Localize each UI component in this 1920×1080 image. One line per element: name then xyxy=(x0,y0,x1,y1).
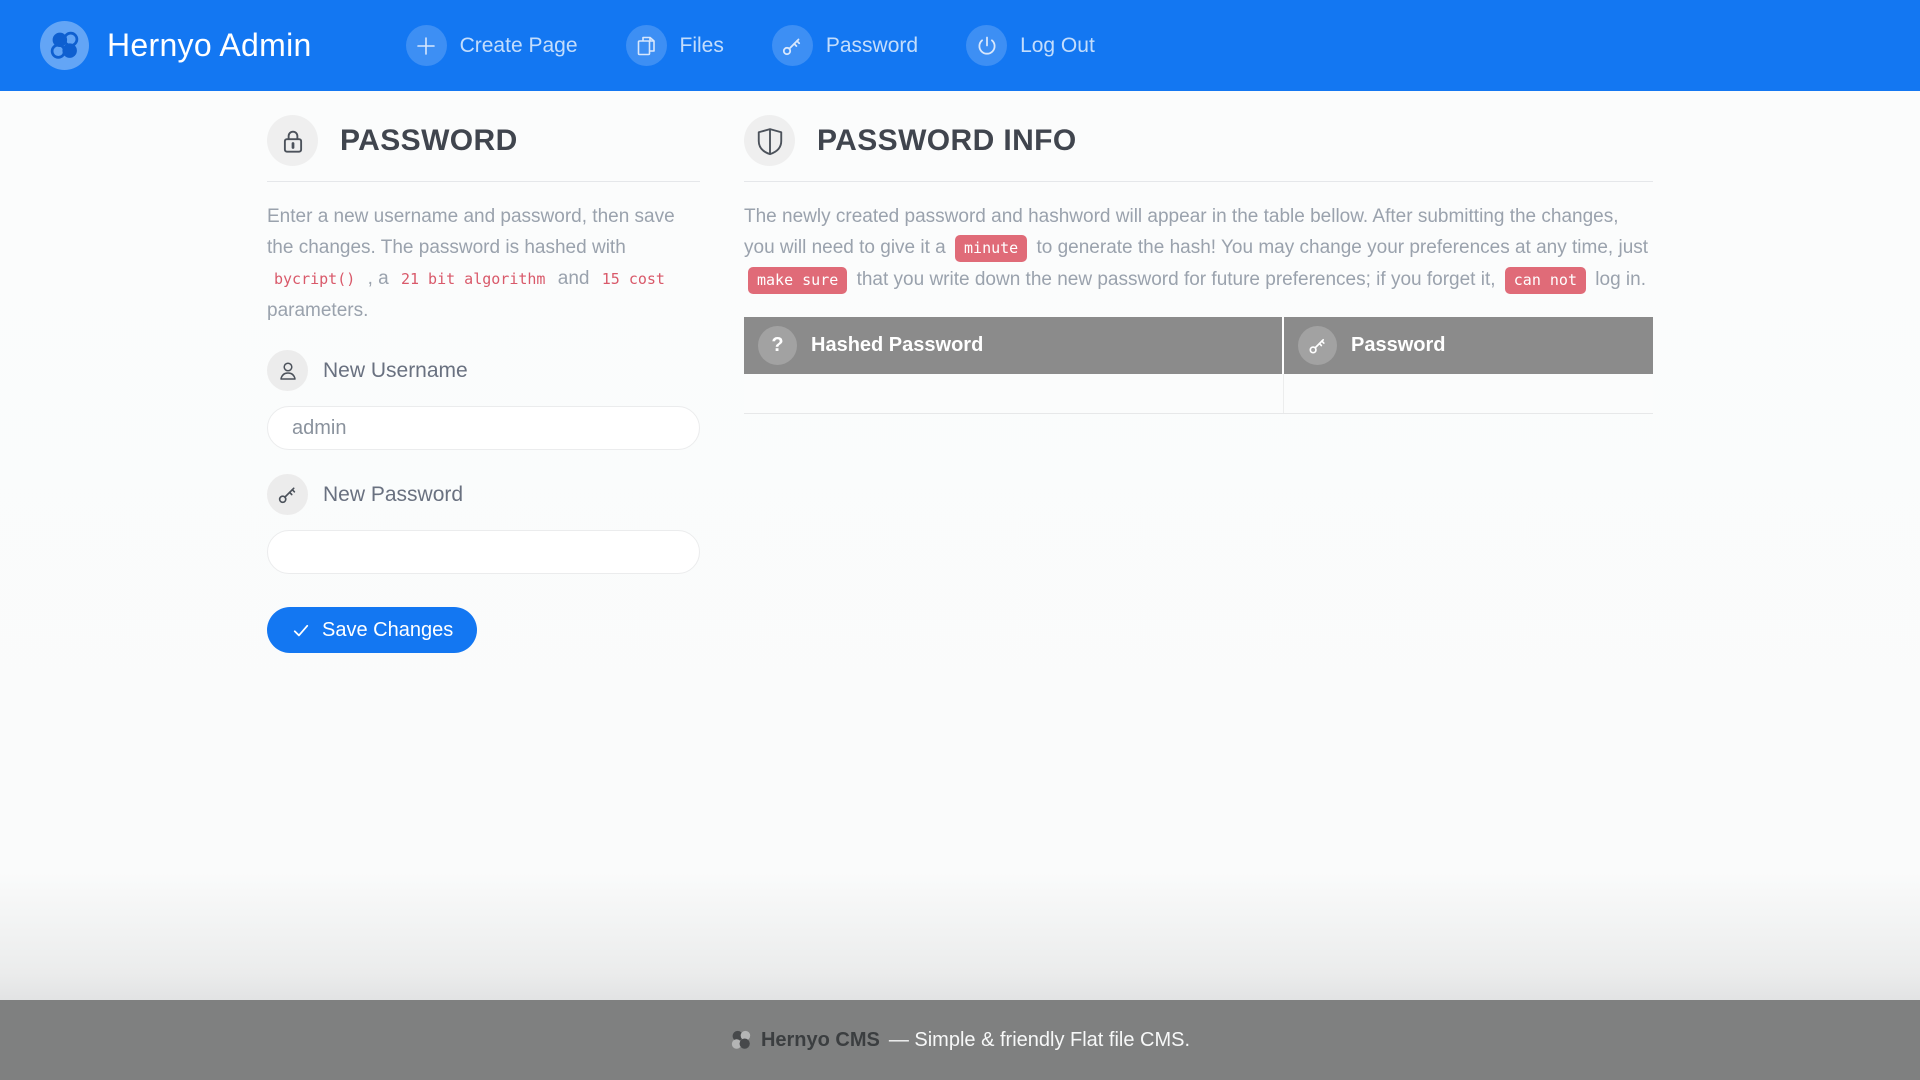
text-segment: that you write down the new password for… xyxy=(857,269,1501,290)
section-title: PASSWORD INFO xyxy=(817,124,1077,158)
new-password-input[interactable] xyxy=(267,530,700,574)
hashed-password-cell xyxy=(744,374,1283,413)
new-username-input[interactable] xyxy=(267,406,700,450)
password-label-row: New Password xyxy=(267,474,700,515)
nav-item-label: Password xyxy=(826,34,918,58)
nav-item-create-page[interactable]: Create Page xyxy=(406,25,578,66)
footer: Hernyo CMS — Simple & friendly Flat file… xyxy=(0,1000,1920,1080)
key-icon xyxy=(1298,326,1337,365)
text-segment: and xyxy=(558,268,595,289)
password-cell xyxy=(1283,374,1653,413)
text-segment: log in. xyxy=(1595,269,1646,290)
text-segment: minute xyxy=(955,235,1027,262)
lock-icon xyxy=(267,115,318,166)
nav-item-log-out[interactable]: Log Out xyxy=(966,25,1095,66)
brand-home-link[interactable]: Hernyo Admin xyxy=(40,21,312,70)
shield-icon xyxy=(744,115,795,166)
nav-item-label: Create Page xyxy=(460,34,578,58)
user-icon xyxy=(267,350,308,391)
brand-title: Hernyo Admin xyxy=(107,27,312,64)
password-info-table: ? Hashed Password xyxy=(744,317,1653,414)
password-info-section: PASSWORD INFO The newly created password… xyxy=(744,115,1653,653)
text-segment: Enter a new username and password, then … xyxy=(267,206,675,258)
navbar: Hernyo Admin Create Page Files xyxy=(0,0,1920,91)
column-header-label: Hashed Password xyxy=(811,334,983,357)
table-row xyxy=(744,374,1653,413)
password-info-description: The newly created password and hashword … xyxy=(744,201,1653,296)
password-info-header: PASSWORD INFO xyxy=(744,115,1653,166)
key-icon xyxy=(772,25,813,66)
password-section: PASSWORD Enter a new username and passwo… xyxy=(267,115,700,653)
divider xyxy=(744,181,1653,182)
nav-item-password[interactable]: Password xyxy=(772,25,918,66)
main-content: PASSWORD Enter a new username and passwo… xyxy=(0,91,1920,1000)
text-segment: bycript() xyxy=(267,270,362,288)
page-title: PASSWORD xyxy=(340,124,518,158)
column-header-hashed-password: ? Hashed Password xyxy=(744,317,1283,374)
text-segment: make sure xyxy=(748,267,847,294)
nav-item-files[interactable]: Files xyxy=(626,25,724,66)
question-icon: ? xyxy=(758,326,797,365)
nav-item-label: Log Out xyxy=(1020,34,1095,58)
files-icon xyxy=(626,25,667,66)
plus-icon xyxy=(406,25,447,66)
power-icon xyxy=(966,25,1007,66)
footer-tagline: — Simple & friendly Flat file CMS. xyxy=(889,1029,1190,1052)
password-section-header: PASSWORD xyxy=(267,115,700,166)
text-segment: parameters. xyxy=(267,300,368,321)
username-label-row: New Username xyxy=(267,350,700,391)
key-icon xyxy=(267,474,308,515)
text-segment: 21 bit algorithm xyxy=(394,270,553,288)
text-segment: to generate the hash! You may change you… xyxy=(1036,237,1648,258)
divider xyxy=(267,181,700,182)
footer-brand: Hernyo CMS xyxy=(761,1029,880,1052)
hernyo-logo-icon xyxy=(40,21,89,70)
save-changes-label: Save Changes xyxy=(322,619,453,642)
password-label: New Password xyxy=(323,483,463,507)
password-description: Enter a new username and password, then … xyxy=(267,201,700,326)
check-icon xyxy=(291,620,311,640)
hernyo-logo-icon xyxy=(730,1029,752,1051)
text-segment: can not xyxy=(1505,267,1586,294)
text-segment: 15 cost xyxy=(595,270,672,288)
username-label: New Username xyxy=(323,359,468,383)
column-header-password: Password xyxy=(1283,317,1653,374)
column-header-label: Password xyxy=(1351,334,1445,357)
text-segment: , a xyxy=(368,268,394,289)
nav-menu: Create Page Files Password xyxy=(406,25,1095,66)
save-changes-button[interactable]: Save Changes xyxy=(267,607,477,653)
nav-item-label: Files xyxy=(680,34,724,58)
